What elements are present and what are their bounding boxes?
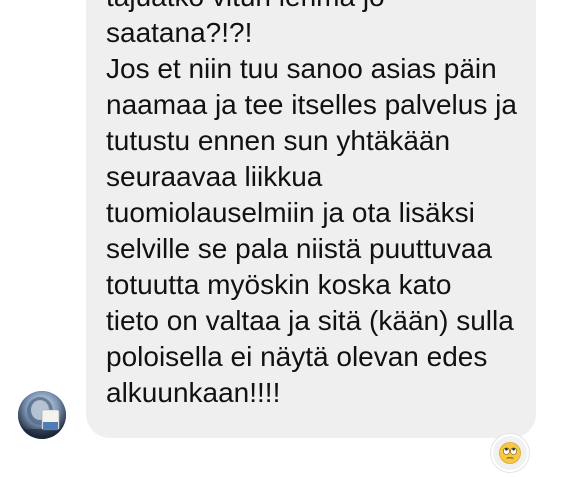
message-line: seuraavaa liikkua — [106, 161, 323, 192]
message-line: totuutta myöskin koska kato — [106, 269, 452, 300]
message-line: tieto on valtaa ja sitä (kään) sulla — [106, 305, 514, 336]
message-line: alkuunkaan!!!! — [106, 377, 281, 408]
message-line: selville se pala niistä puuttuvaa — [106, 233, 493, 264]
eye-roll-emoji-icon — [499, 442, 521, 464]
reaction-badge[interactable] — [491, 434, 529, 472]
message-line: tuomiolauselmiin ja ota lisäksi — [106, 197, 475, 228]
message-line: tajuatko vitun lehmä jo — [106, 0, 536, 15]
profile-photo-icon — [18, 391, 66, 439]
message-text: tajuatko vitun lehmä jo saatana?!?! Jos … — [106, 0, 536, 411]
message-line: poloisella ei näytä olevan edes — [106, 341, 488, 372]
message-line: tutustu ennen sun yhtäkään — [106, 125, 451, 156]
chat-screen: tajuatko vitun lehmä jo saatana?!?! Jos … — [0, 0, 576, 477]
message-line: Jos et niin tuu sanoo asias päin — [106, 53, 497, 84]
message-line: naamaa ja tee itselles palvelus ja — [106, 89, 517, 120]
message-line: saatana?!?! — [106, 17, 253, 48]
sender-avatar[interactable] — [18, 391, 66, 439]
